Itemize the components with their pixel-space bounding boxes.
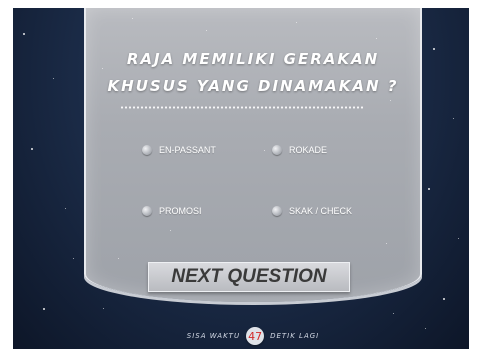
answer-label: PROMOSI — [159, 206, 202, 216]
sparkle-divider — [120, 106, 364, 109]
timer-countdown: 47 — [246, 327, 265, 345]
answer-option-promosi[interactable]: PROMOSI — [142, 206, 202, 216]
timer-prefix: SISA WAKTU — [186, 332, 241, 340]
question-text: RAJA MEMILIKI GERAKAN KHUSUS YANG DINAMA… — [106, 46, 400, 100]
answer-label: EN-PASSANT — [159, 145, 216, 155]
timer-suffix: DETIK LAGI — [270, 332, 320, 340]
answer-option-en-passant[interactable]: EN-PASSANT — [142, 145, 216, 155]
answer-label: ROKADE — [289, 145, 328, 155]
question-panel: RAJA MEMILIKI GERAKAN KHUSUS YANG DINAMA… — [84, 8, 422, 302]
next-question-button[interactable]: NEXT QUESTION — [148, 262, 350, 292]
question-line-1: RAJA MEMILIKI GERAKAN — [126, 50, 380, 68]
radio-button-icon[interactable] — [272, 145, 282, 155]
radio-button-icon[interactable] — [272, 206, 282, 216]
radio-button-icon[interactable] — [142, 206, 152, 216]
timer-bar: SISA WAKTU 47 DETIK LAGI — [84, 326, 422, 346]
question-line-2: KHUSUS YANG DINAMAKAN ? — [107, 77, 399, 95]
answer-option-skak[interactable]: SKAK / CHECK — [272, 206, 352, 216]
radio-button-icon[interactable] — [142, 145, 152, 155]
answer-label: SKAK / CHECK — [289, 206, 352, 216]
answer-option-rokade[interactable]: ROKADE — [272, 145, 327, 155]
game-screen: RAJA MEMILIKI GERAKAN KHUSUS YANG DINAMA… — [13, 8, 469, 349]
